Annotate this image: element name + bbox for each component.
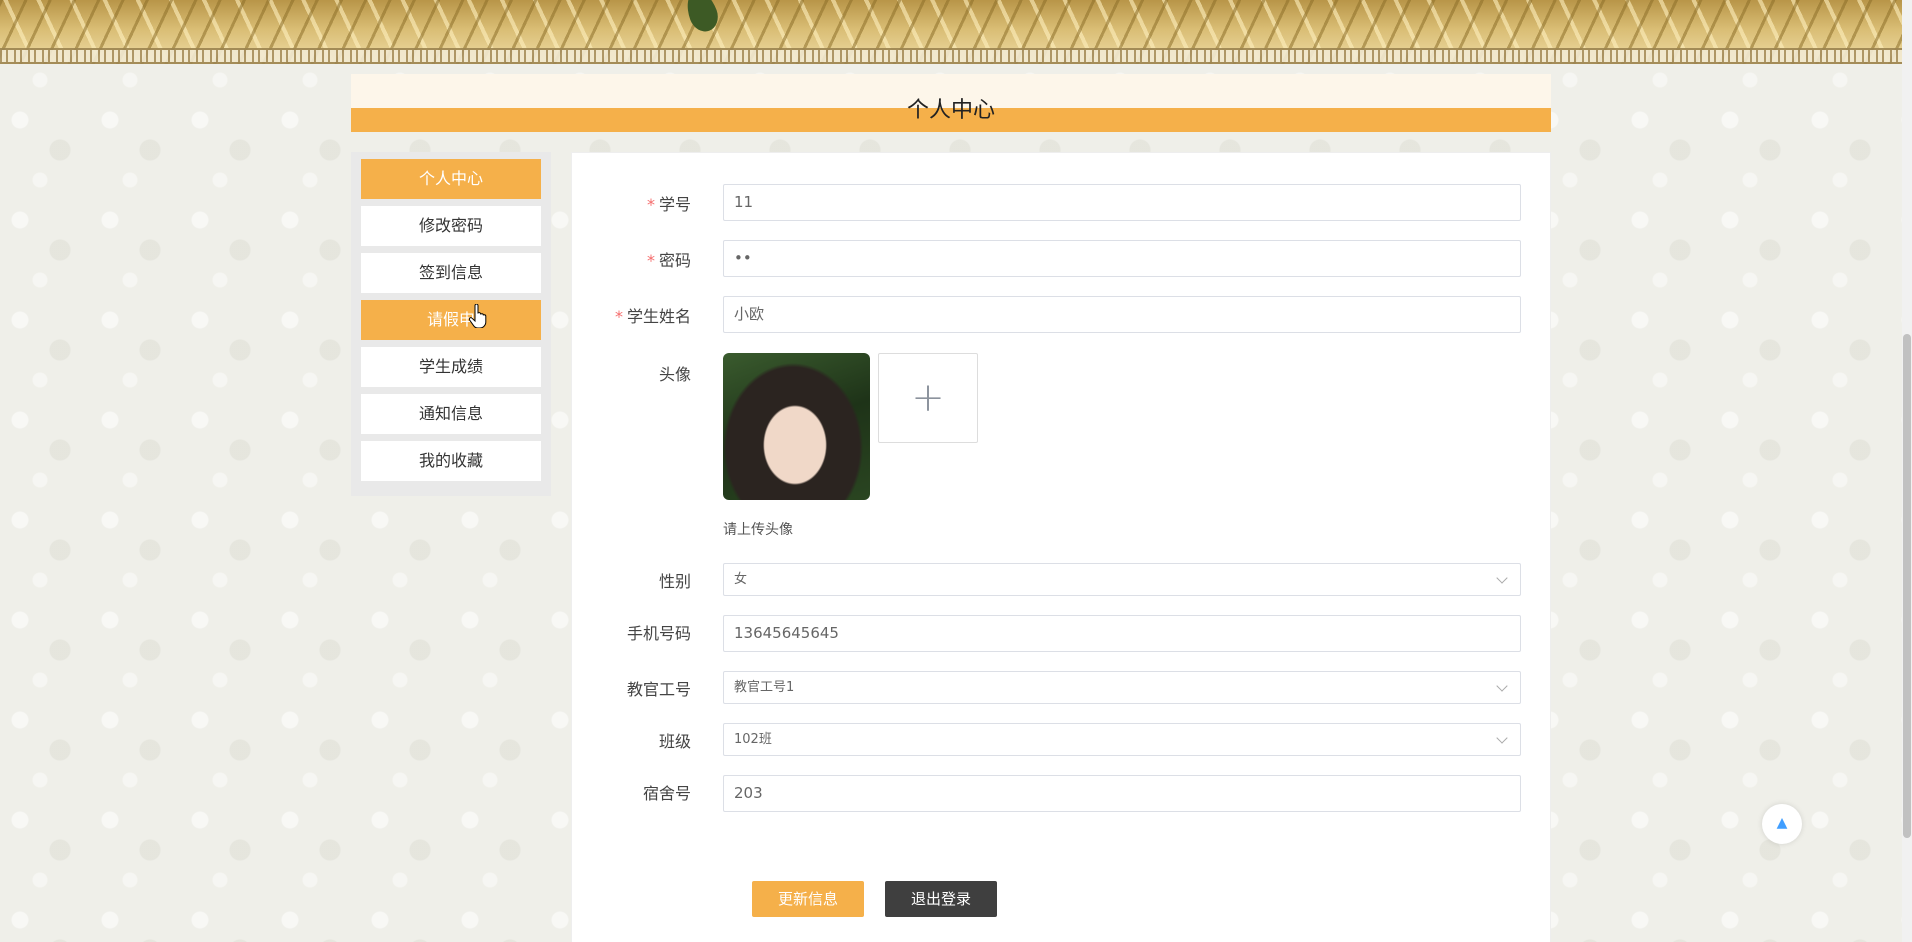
avatar-label: 头像 bbox=[658, 365, 691, 384]
chevron-down-icon bbox=[1496, 572, 1508, 584]
chevron-down-icon bbox=[1496, 680, 1508, 692]
avatar-hint: 请上传头像 bbox=[723, 522, 793, 538]
scrollbar-thumb[interactable] bbox=[1903, 334, 1911, 838]
logout-button[interactable]: 退出登录 bbox=[885, 881, 997, 917]
class-select-value: 102班 bbox=[734, 732, 772, 747]
sidebar-item-grades[interactable]: 学生成绩 bbox=[361, 347, 541, 387]
sidebar-item-change-password[interactable]: 修改密码 bbox=[361, 206, 541, 246]
instructor-id-label: 教官工号 bbox=[626, 680, 691, 699]
student-id-label: * 学号 bbox=[646, 195, 691, 214]
phone-input[interactable]: 13645645645 bbox=[723, 615, 1521, 652]
password-input[interactable]: •• bbox=[723, 240, 1521, 277]
header-banner bbox=[0, 0, 1912, 64]
class-select[interactable]: 102班 bbox=[723, 723, 1521, 756]
sidebar-item-checkin[interactable]: 签到信息 bbox=[361, 253, 541, 293]
dorm-input[interactable]: 203 bbox=[723, 775, 1521, 812]
banner-leaf-decoration bbox=[681, 0, 723, 36]
plus-icon: + bbox=[911, 375, 945, 421]
chevron-down-icon bbox=[1496, 732, 1508, 744]
gender-select[interactable]: 女 bbox=[723, 563, 1521, 596]
avatar-upload-button[interactable]: + bbox=[878, 353, 978, 443]
page-title: 个人中心 bbox=[906, 98, 995, 123]
class-label: 班级 bbox=[658, 732, 691, 751]
sidebar-item-notices[interactable]: 通知信息 bbox=[361, 394, 541, 434]
instructor-id-select[interactable]: 教官工号1 bbox=[723, 671, 1521, 704]
student-name-input[interactable]: 小欧 bbox=[723, 296, 1521, 333]
gender-label: 性别 bbox=[658, 572, 691, 591]
page-title-bar: 个人中心 bbox=[351, 74, 1551, 132]
chevron-up-icon: ▲ bbox=[1776, 815, 1788, 831]
avatar-image bbox=[723, 353, 870, 500]
update-info-button[interactable]: 更新信息 bbox=[752, 881, 864, 917]
page-scrollbar[interactable] bbox=[1902, 0, 1912, 942]
sidebar-item-favorites[interactable]: 我的收藏 bbox=[361, 441, 541, 481]
sidebar-item-profile[interactable]: 个人中心 bbox=[361, 159, 541, 199]
instructor-id-select-value: 教官工号1 bbox=[734, 680, 795, 695]
dorm-label: 宿舍号 bbox=[642, 784, 691, 803]
phone-label: 手机号码 bbox=[626, 624, 691, 643]
back-to-top-button[interactable]: ▲ bbox=[1762, 804, 1802, 844]
gender-select-value: 女 bbox=[734, 572, 748, 587]
sidebar: 个人中心 修改密码 签到信息 请假申 学生成绩 通知信息 我的收藏 bbox=[351, 152, 551, 496]
banner-fret-border bbox=[0, 48, 1912, 64]
hand-pointer-icon bbox=[469, 304, 487, 328]
password-label: * 密码 bbox=[646, 251, 691, 270]
student-name-label: * 学生姓名 bbox=[614, 307, 691, 326]
student-id-input[interactable]: 11 bbox=[723, 184, 1521, 221]
sidebar-item-leave-request[interactable]: 请假申 bbox=[361, 300, 541, 340]
profile-form: * 学号 11 * 密码 •• * 学生姓名 小欧 头像 + 请上传头像 性别 女 手… bbox=[571, 152, 1551, 942]
